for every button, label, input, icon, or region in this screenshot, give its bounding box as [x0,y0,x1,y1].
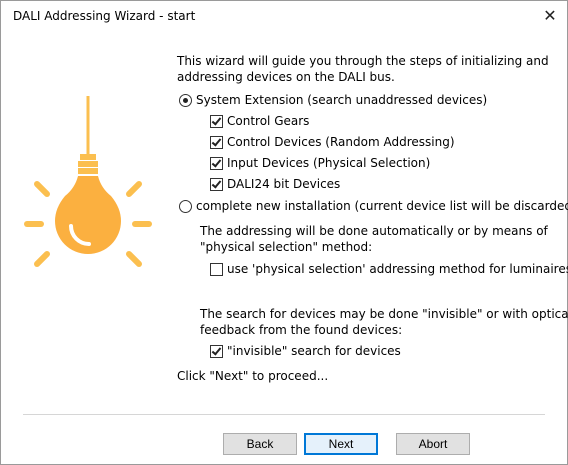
new-installation-radio-row[interactable]: complete new installation (current devic… [179,199,568,213]
footer-divider [23,414,545,415]
invisible-search-label: "invisible" search for devices [227,344,401,358]
addressing-info-line-1: The addressing will be done automaticall… [200,224,548,238]
proceed-hint: Click "Next" to proceed... [177,369,329,383]
back-button[interactable]: Back [223,433,297,455]
input-devices-checkbox[interactable] [210,156,223,170]
control-devices-label: Control Devices (Random Addressing) [227,135,455,149]
invisible-search-checkbox[interactable] [210,344,223,358]
control-gears-checkbox-row[interactable]: Control Gears [210,114,309,128]
invisible-search-checkbox-row[interactable]: "invisible" search for devices [210,344,401,358]
input-devices-checkbox-row[interactable]: Input Devices (Physical Selection) [210,156,430,170]
next-button[interactable]: Next [304,433,378,455]
system-extension-radio-row[interactable]: System Extension (search unaddressed dev… [179,93,487,107]
dali24-checkbox[interactable] [210,177,223,191]
physical-selection-checkbox[interactable] [210,262,223,276]
light-bulb-icon [24,96,152,267]
intro-line-1: This wizard will guide you through the s… [177,54,549,68]
window-title: DALI Addressing Wizard - start [13,9,196,23]
control-devices-checkbox-row[interactable]: Control Devices (Random Addressing) [210,135,455,149]
control-gears-label: Control Gears [227,114,310,128]
dali24-checkbox-row[interactable]: DALI24 bit Devices [210,177,340,191]
control-gears-checkbox[interactable] [210,114,223,128]
physical-selection-checkbox-row[interactable]: use 'physical selection' addressing meth… [210,262,568,276]
control-devices-checkbox[interactable] [210,135,223,149]
new-installation-label: complete new installation (current devic… [196,199,568,213]
new-installation-radio[interactable] [179,199,192,213]
search-info-line-1: The search for devices may be done "invi… [200,307,568,321]
system-extension-label: System Extension (search unaddressed dev… [196,93,488,107]
close-icon[interactable]: ✕ [539,5,561,27]
input-devices-label: Input Devices (Physical Selection) [227,156,431,170]
system-extension-radio[interactable] [179,93,192,107]
physical-selection-label: use 'physical selection' addressing meth… [227,262,568,276]
title-bar: DALI Addressing Wizard - start ✕ [1,1,567,31]
abort-button[interactable]: Abort [396,433,470,455]
intro-line-2: addressing devices on the DALI bus. [177,70,395,84]
addressing-info-line-2: "physical selection" method: [200,240,373,254]
wizard-window: DALI Addressing Wizard - start ✕ This wi… [0,0,568,465]
search-info-line-2: feedback from the found devices: [200,323,403,337]
dali24-label: DALI24 bit Devices [227,177,341,191]
